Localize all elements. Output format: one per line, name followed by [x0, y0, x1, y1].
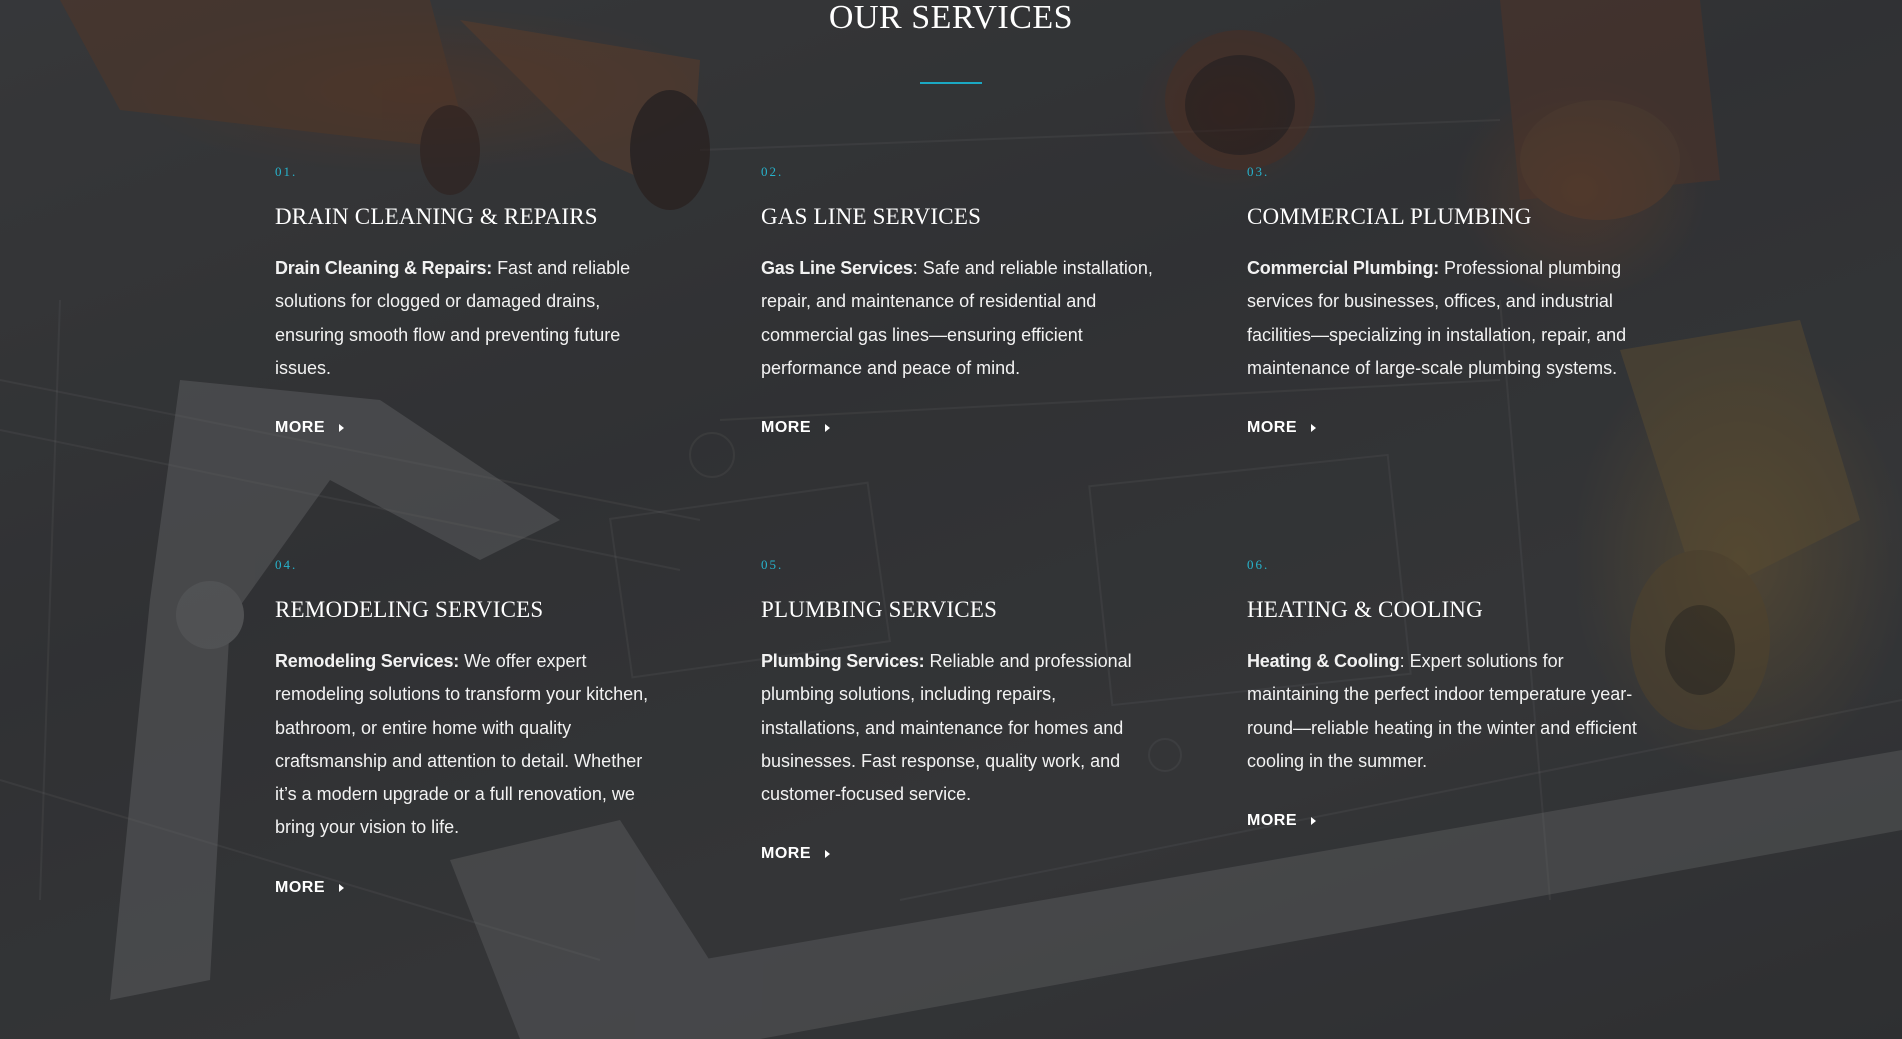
more-label: MORE: [275, 419, 325, 437]
service-description: Gas Line Services: Safe and reliable ins…: [761, 252, 1153, 385]
service-text: Reliable and professional plumbing solut…: [761, 651, 1132, 805]
service-number: 04.: [275, 557, 298, 572]
caret-right-icon: [1311, 424, 1316, 433]
service-description: Heating & Cooling: Expert solutions for …: [1247, 645, 1639, 778]
more-link[interactable]: MORE: [1247, 419, 1316, 437]
service-title: COMMERCIAL PLUMBING: [1247, 204, 1532, 229]
service-title: REMODELING SERVICES: [275, 597, 544, 622]
service-number: 02.: [761, 164, 784, 179]
service-lead: Drain Cleaning & Repairs:: [275, 258, 493, 278]
service-lead: Heating & Cooling: [1247, 651, 1400, 671]
more-label: MORE: [1247, 812, 1297, 830]
service-title: GAS LINE SERVICES: [761, 204, 982, 229]
service-title: DRAIN CLEANING & REPAIRS: [275, 204, 598, 229]
service-number: 06.: [1247, 557, 1270, 572]
section-title: OUR SERVICES: [828, 0, 1074, 36]
service-number: 01.: [275, 164, 298, 179]
service-card-remodeling: 04. REMODELING SERVICES Remodeling Servi…: [275, 556, 675, 897]
service-description: Plumbing Services: Reliable and professi…: [761, 645, 1153, 811]
service-number: 05.: [761, 557, 784, 572]
service-description: Commercial Plumbing: Professional plumbi…: [1247, 252, 1639, 385]
service-lead: Commercial Plumbing:: [1247, 258, 1440, 278]
services-section: OUR SERVICES 01. DRAIN CLEANING & REPAIR…: [0, 0, 1902, 1039]
service-lead: Remodeling Services:: [275, 651, 460, 671]
more-link[interactable]: MORE: [761, 845, 830, 863]
service-text: We offer expert remodeling solutions to …: [275, 651, 649, 838]
service-card-gas-line: 02. GAS LINE SERVICES Gas Line Services:…: [761, 163, 1161, 437]
service-lead: Gas Line Services: [761, 258, 913, 278]
service-description: Drain Cleaning & Repairs: Fast and relia…: [275, 252, 667, 385]
more-label: MORE: [1247, 419, 1297, 437]
service-card-commercial-plumbing: 03. COMMERCIAL PLUMBING Commercial Plumb…: [1247, 163, 1647, 437]
service-lead: Plumbing Services:: [761, 651, 925, 671]
more-label: MORE: [275, 878, 325, 896]
more-label: MORE: [761, 845, 811, 863]
service-card-plumbing: 05. PLUMBING SERVICES Plumbing Services:…: [761, 556, 1161, 863]
service-card-heating-cooling: 06. HEATING & COOLING Heating & Cooling:…: [1247, 556, 1647, 830]
more-link[interactable]: MORE: [275, 879, 344, 897]
caret-right-icon: [825, 424, 830, 433]
service-card-drain-cleaning: 01. DRAIN CLEANING & REPAIRS Drain Clean…: [275, 163, 675, 437]
caret-right-icon: [1311, 817, 1316, 826]
service-title: HEATING & COOLING: [1247, 597, 1483, 622]
service-number: 03.: [1247, 164, 1270, 179]
caret-right-icon: [339, 424, 344, 433]
service-description: Remodeling Services: We offer expert rem…: [275, 645, 667, 845]
more-link[interactable]: MORE: [1247, 812, 1316, 830]
more-link[interactable]: MORE: [275, 419, 344, 437]
caret-right-icon: [339, 883, 344, 892]
service-title: PLUMBING SERVICES: [761, 597, 998, 622]
more-link[interactable]: MORE: [761, 419, 830, 437]
more-label: MORE: [761, 419, 811, 437]
title-divider: [920, 82, 982, 84]
caret-right-icon: [825, 850, 830, 859]
